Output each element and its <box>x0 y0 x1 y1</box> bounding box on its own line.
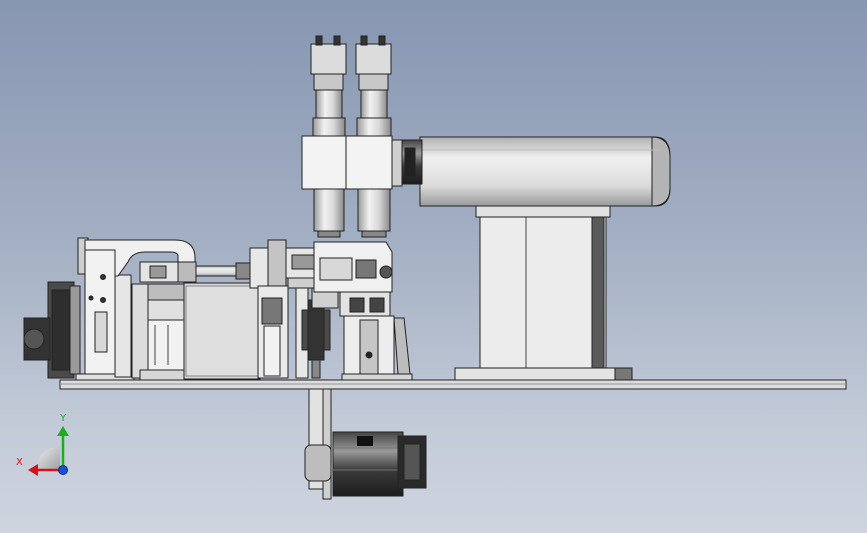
machine-assembly-drawing <box>23 35 847 500</box>
base-plate[interactable] <box>59 379 847 390</box>
robot-arm[interactable] <box>399 136 671 381</box>
triad-z-axis <box>58 465 68 475</box>
servo-motor-bottom[interactable] <box>304 388 427 500</box>
cad-viewport[interactable]: Y X <box>0 0 867 533</box>
camera-left[interactable] <box>301 35 349 238</box>
axis-triad <box>28 426 69 476</box>
camera-right[interactable] <box>345 35 403 238</box>
servo-motor-left[interactable] <box>23 281 81 379</box>
center-housing[interactable] <box>183 239 289 380</box>
triad-x-label: X <box>16 457 23 468</box>
triad-y-label: Y <box>60 413 67 424</box>
